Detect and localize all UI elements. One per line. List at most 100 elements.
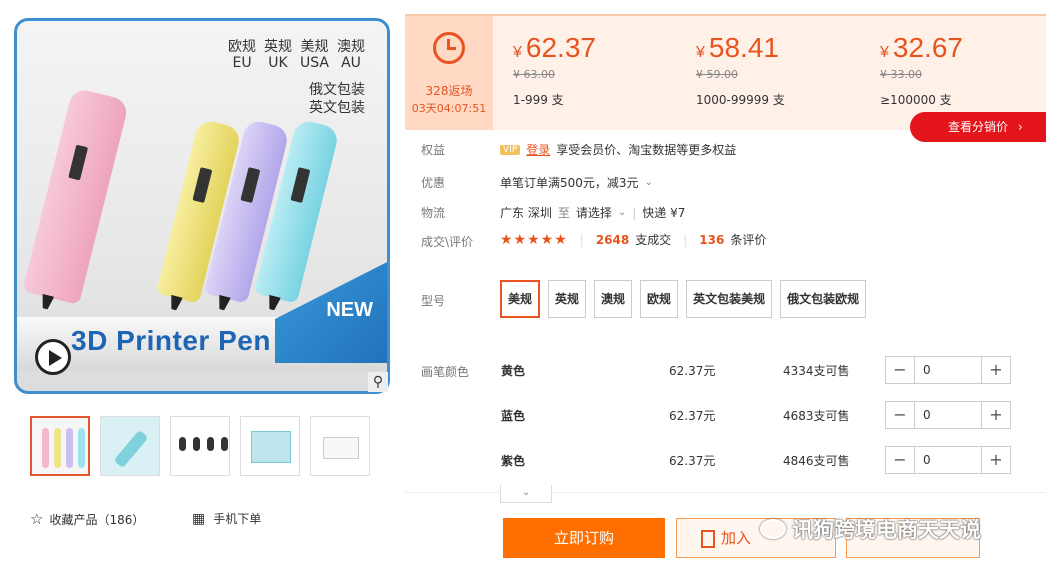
product-image-title: 3D Printer Pen — [71, 325, 271, 356]
deal-label: 成交\评价 — [421, 235, 474, 249]
color-stock: 4683支可售 — [783, 409, 850, 423]
quantity-stepper: − 0 + — [885, 446, 1011, 474]
rights-label: 权益 — [421, 143, 446, 157]
quantity-input[interactable]: 0 — [914, 447, 982, 473]
quantity-input[interactable]: 0 — [914, 402, 982, 428]
discount-row[interactable]: 单笔订单满500元，减3元 ⌄ — [500, 174, 653, 191]
rating-stars: ★★★★★ — [500, 231, 568, 248]
color-row: 蓝色 62.37元 4683支可售 − 0 + — [405, 391, 1046, 435]
color-stock: 4846支可售 — [783, 454, 850, 468]
color-price: 62.37元 — [669, 454, 716, 468]
model-option-en-pack-usa[interactable]: 英文包装美规 — [686, 280, 773, 318]
color-name: 紫色 — [501, 454, 526, 468]
mobile-order-button[interactable]: ▦ 手机下单 — [192, 510, 261, 527]
thumbnail-strip — [30, 416, 370, 476]
thumbnail-1[interactable] — [30, 416, 90, 476]
destination-select[interactable]: 请选择 — [576, 204, 612, 221]
favorite-button[interactable]: ☆ 收藏产品（186） — [30, 510, 144, 528]
reviews-count[interactable]: 136 — [699, 233, 724, 247]
minus-icon[interactable]: − — [886, 402, 914, 428]
region-usa: 美规 USA — [300, 39, 329, 71]
tier-range: ≥100000 支 — [880, 93, 952, 107]
login-link[interactable]: 登录 — [526, 141, 550, 158]
express-fee: 快递 ¥7 — [642, 206, 686, 220]
thumbnail-5[interactable] — [310, 416, 370, 476]
mobile-order-label: 手机下单 — [213, 512, 262, 526]
color-row: 黄色 62.37元 4334支可售 − 0 + — [405, 346, 1046, 390]
logistics-row: 广东 深圳 至 请选择 ⌄ | 快递 ¥7 — [500, 204, 685, 221]
model-label: 型号 — [421, 294, 446, 308]
wechat-icon — [760, 519, 786, 539]
add-to-cart-label: 加入 — [721, 529, 752, 547]
origin: 广东 深圳 — [500, 206, 552, 220]
logistics-label: 物流 — [421, 206, 446, 220]
tier-price: 62.37 — [525, 32, 596, 63]
pack-label-english: 英文包装 — [309, 100, 365, 116]
color-row: 紫色 62.37元 4846支可售 − 0 + — [405, 436, 1046, 480]
region-au: 澳规 AU — [337, 39, 365, 71]
model-option-usa[interactable]: 美规 — [500, 280, 541, 318]
magnifier-icon[interactable]: ⚲ — [368, 372, 388, 392]
reviews-unit: 条评价 — [730, 233, 767, 247]
color-price: 62.37元 — [669, 364, 716, 378]
star-outline-icon: ☆ — [30, 510, 44, 528]
price-tier-3: ¥32.67 ¥ 33.00 ≥100000 支 — [880, 32, 1059, 108]
region-list: 欧规 EU 英规 UK 美规 USA 澳规 AU — [228, 39, 365, 71]
quantity-input[interactable]: 0 — [914, 357, 982, 383]
buy-now-button[interactable]: 立即订购 — [503, 518, 665, 558]
expand-chevron-icon[interactable]: ⌄ — [500, 485, 552, 503]
view-distribution-price-button[interactable]: 查看分销价 › — [910, 112, 1046, 142]
minus-icon[interactable]: − — [886, 447, 914, 473]
chevron-down-icon[interactable]: ⌄ — [618, 207, 626, 218]
tier-range: 1-999 支 — [513, 93, 564, 107]
separator: | — [683, 232, 688, 247]
model-option-eu[interactable]: 欧规 — [640, 280, 679, 318]
color-name: 蓝色 — [501, 409, 526, 423]
region-eu: 欧规 EU — [228, 39, 257, 71]
minus-icon[interactable]: − — [886, 357, 914, 383]
tier-range: 1000-99999 支 — [696, 93, 785, 107]
separator: | — [579, 232, 584, 247]
plus-icon[interactable]: + — [982, 357, 1010, 383]
deals-unit: 支成交 — [635, 233, 672, 247]
model-option-au[interactable]: 澳规 — [594, 280, 633, 318]
model-options: 美规 英规 澳规 欧规 英文包装美规 俄文包装欧规 — [500, 280, 867, 318]
deals-count: 2648 — [595, 232, 630, 247]
model-option-uk[interactable]: 英规 — [548, 280, 587, 318]
deal-row: ★★★★★ | 2648 支成交 | 136 条评价 — [500, 231, 766, 248]
alarm-clock-icon — [433, 32, 465, 64]
price-tier-2: ¥58.41 ¥ 59.00 1000-99999 支 — [696, 32, 876, 108]
promo-title: 328返场 — [425, 84, 473, 98]
rights-text: 享受会员价、淘宝数据等更多权益 — [556, 143, 737, 157]
quantity-stepper: − 0 + — [885, 356, 1011, 384]
plus-icon[interactable]: + — [982, 447, 1010, 473]
discount-text: 单笔订单满500元，减3元 — [500, 176, 639, 190]
rights-row: VIP 登录 享受会员价、淘宝数据等更多权益 — [500, 141, 736, 158]
separator: | — [632, 205, 637, 220]
tier-price: 58.41 — [708, 32, 779, 63]
quantity-stepper: − 0 + — [885, 401, 1011, 429]
tier-old-price: ¥ 33.00 — [880, 68, 922, 81]
thumbnail-4[interactable] — [240, 416, 300, 476]
play-video-icon[interactable] — [35, 339, 71, 375]
favorite-label: 收藏产品（186） — [49, 512, 145, 527]
chevron-down-icon: ⌄ — [644, 177, 653, 188]
thumbnail-2[interactable] — [100, 416, 160, 476]
product-main-image[interactable]: 欧规 EU 英规 UK 美规 USA 澳规 AU 俄文包装 英文包装 NEW 3D Pr… — [14, 18, 390, 394]
thumbnail-3[interactable] — [170, 416, 230, 476]
discount-label: 优惠 — [421, 176, 446, 190]
region-uk: 英规 UK — [264, 39, 293, 71]
countdown: 03天04:07:51 — [411, 102, 487, 115]
tier-old-price: ¥ 63.00 — [513, 68, 555, 81]
vip-badge: VIP — [500, 144, 521, 155]
promo-timer: 328返场 03天04:07:51 — [405, 16, 493, 130]
tier-price: 32.67 — [892, 32, 963, 63]
plus-icon[interactable]: + — [982, 402, 1010, 428]
color-table: 黄色 62.37元 4334支可售 − 0 + 蓝色 62.37元 4683支可… — [405, 346, 1046, 492]
model-option-ru-pack-eu[interactable]: 俄文包装欧规 — [780, 280, 867, 318]
tier-old-price: ¥ 59.00 — [696, 68, 738, 81]
qr-code-icon: ▦ — [192, 510, 206, 527]
watermark: 讯狗跨境电商天天说 — [760, 514, 981, 544]
clipboard-icon — [701, 529, 715, 548]
to-label: 至 — [557, 206, 570, 220]
